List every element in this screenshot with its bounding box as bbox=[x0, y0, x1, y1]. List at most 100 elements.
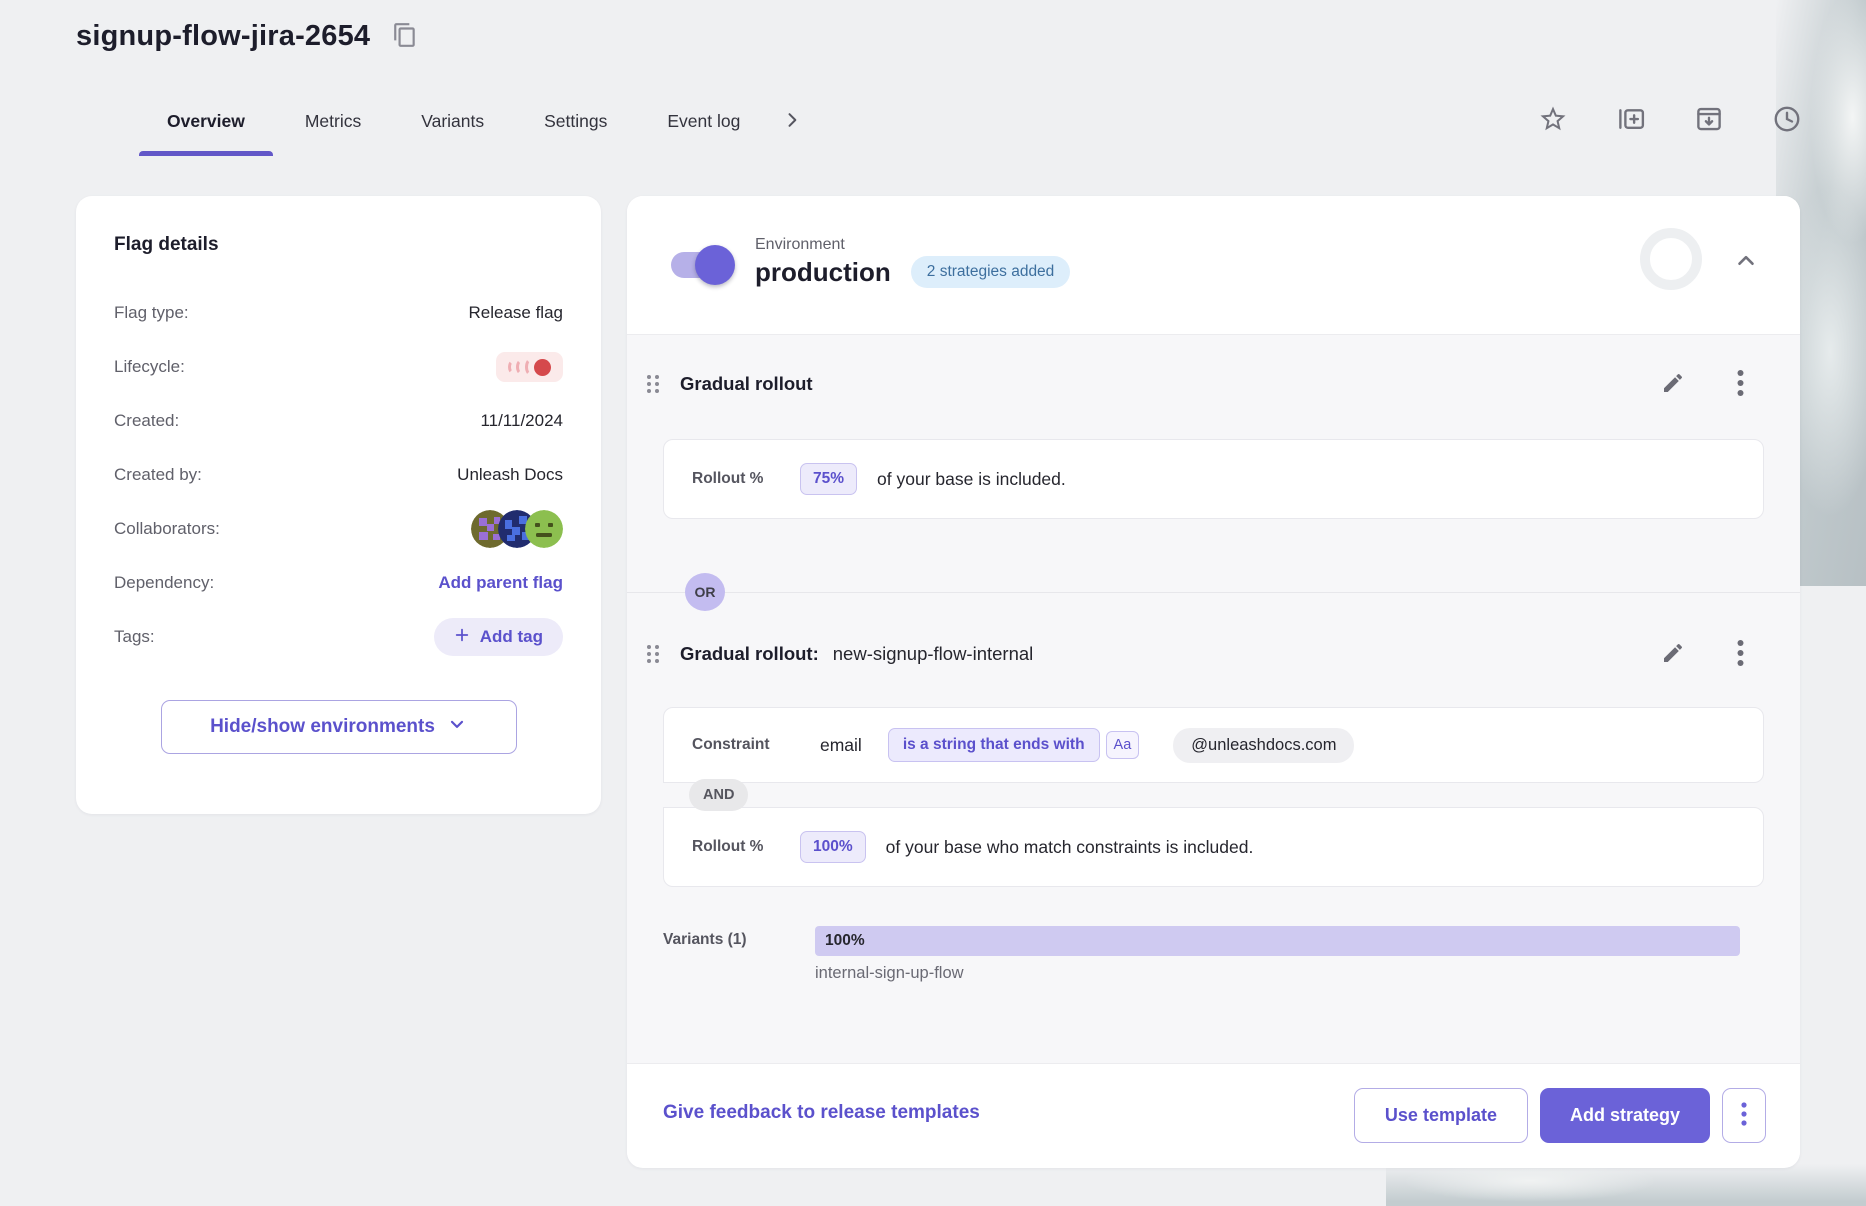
page-header: signup-flow-jira-2654 bbox=[76, 18, 422, 55]
collaborator-avatars bbox=[471, 510, 563, 548]
chevron-right-icon bbox=[782, 110, 802, 133]
more-tabs-button[interactable] bbox=[778, 106, 806, 137]
page-title: signup-flow-jira-2654 bbox=[76, 20, 370, 53]
dependency-label: Dependency: bbox=[114, 573, 214, 593]
dependency-row: Dependency: Add parent flag bbox=[114, 556, 563, 610]
constraint-operator-chip: is a string that ends with bbox=[888, 728, 1100, 762]
rollout-card-1: Rollout % 75% of your base is included. bbox=[663, 439, 1764, 519]
flag-type-value: Release flag bbox=[468, 303, 563, 323]
archive-icon bbox=[1694, 104, 1724, 137]
release-templates-feedback-link[interactable]: Give feedback to release templates bbox=[663, 1102, 980, 1124]
flag-details-heading: Flag details bbox=[114, 234, 563, 256]
lifecycle-completed-icon[interactable] bbox=[496, 352, 563, 382]
environment-toggle[interactable] bbox=[671, 252, 729, 278]
add-parent-flag-link[interactable]: Add parent flag bbox=[438, 573, 563, 593]
variant-name: internal-sign-up-flow bbox=[815, 964, 964, 983]
strategy-2-title: Gradual rollout: bbox=[680, 643, 819, 665]
created-by-row: Created by: Unleash Docs bbox=[114, 448, 563, 502]
created-label: Created: bbox=[114, 411, 179, 431]
strategies-list: Gradual rollout Rollout % 75% of your ba… bbox=[627, 334, 1800, 1064]
strategy-2-header: Gradual rollout: new-signup-flow-interna… bbox=[640, 639, 1033, 669]
variant-bar: 100% bbox=[815, 926, 1740, 956]
strategies-count-badge: 2 strategies added bbox=[911, 256, 1071, 288]
strategy-1-header: Gradual rollout bbox=[640, 369, 813, 399]
created-by-value: Unleash Docs bbox=[457, 465, 563, 485]
rollout-percent-chip-1: 75% bbox=[800, 463, 857, 495]
environment-eyebrow: Environment bbox=[755, 236, 1070, 254]
add-strategy-button[interactable]: Add strategy bbox=[1540, 1088, 1710, 1143]
archive-button[interactable] bbox=[1690, 100, 1728, 141]
lifecycle-row: Lifecycle: bbox=[114, 340, 563, 394]
lifecycle-label: Lifecycle: bbox=[114, 357, 185, 377]
tab-overview-label: Overview bbox=[167, 111, 245, 131]
kebab-icon bbox=[1741, 1102, 1747, 1129]
tab-event-log-label: Event log bbox=[667, 111, 740, 131]
rollout-text-1: of your base is included. bbox=[877, 469, 1066, 490]
collaborators-row: Collaborators: bbox=[114, 502, 563, 556]
environment-name: production bbox=[755, 257, 891, 288]
strategy-1-actions bbox=[1657, 365, 1748, 404]
or-pill: OR bbox=[685, 573, 725, 611]
chevron-up-icon bbox=[1733, 248, 1759, 277]
tab-event-log[interactable]: Event log bbox=[637, 88, 770, 154]
strategy-menu-button[interactable] bbox=[1733, 635, 1748, 674]
pencil-icon bbox=[1661, 641, 1685, 668]
edit-strategy-button[interactable] bbox=[1657, 367, 1689, 402]
constraint-value-pill: @unleashdocs.com bbox=[1173, 728, 1354, 763]
drag-handle-icon[interactable] bbox=[640, 639, 666, 669]
strategy-1-title: Gradual rollout bbox=[680, 373, 813, 395]
plus-icon bbox=[454, 627, 470, 648]
rollout-label-2: Rollout % bbox=[692, 838, 800, 856]
flag-type-row: Flag type: Release flag bbox=[114, 286, 563, 340]
copy-icon bbox=[392, 22, 418, 51]
tab-bar: Overview Metrics Variants Settings Event… bbox=[137, 88, 806, 154]
and-pill: AND bbox=[689, 779, 748, 811]
environment-header: Environment production 2 strategies adde… bbox=[627, 196, 1800, 334]
decorative-background-art-corner bbox=[1386, 1164, 1866, 1206]
collapse-environment-button[interactable] bbox=[1729, 244, 1763, 281]
rollout-card-2: Rollout % 100% of your base who match co… bbox=[663, 807, 1764, 887]
environment-footer: Give feedback to release templates Use t… bbox=[627, 1064, 1800, 1167]
hide-show-environments-button[interactable]: Hide/show environments bbox=[161, 700, 517, 754]
lifecycle-dot bbox=[534, 359, 551, 376]
history-button[interactable] bbox=[1768, 100, 1806, 141]
constraint-card: Constraint email is a string that ends w… bbox=[663, 707, 1764, 783]
edit-strategy-button[interactable] bbox=[1657, 637, 1689, 672]
tab-overview[interactable]: Overview bbox=[137, 88, 275, 154]
add-tag-button[interactable]: Add tag bbox=[434, 618, 563, 656]
favorite-button[interactable] bbox=[1534, 100, 1572, 141]
variants-row: Variants (1) 100% internal-sign-up-flow bbox=[663, 926, 1764, 990]
footer-buttons: Use template Add strategy bbox=[1354, 1088, 1766, 1143]
star-icon bbox=[1538, 104, 1568, 137]
copy-feature-button[interactable] bbox=[1612, 100, 1650, 141]
created-by-label: Created by: bbox=[114, 465, 202, 485]
tab-variants-label: Variants bbox=[421, 111, 484, 131]
created-row: Created: 11/11/2024 bbox=[114, 394, 563, 448]
copy-add-icon bbox=[1616, 104, 1646, 137]
toggle-knob bbox=[695, 245, 735, 285]
variants-label: Variants (1) bbox=[663, 931, 789, 949]
copy-flag-name-button[interactable] bbox=[388, 18, 422, 55]
kebab-icon bbox=[1737, 639, 1744, 670]
tab-metrics-label: Metrics bbox=[305, 111, 361, 131]
flag-toolbar bbox=[1534, 100, 1806, 141]
flag-details-panel: Flag details Flag type: Release flag Lif… bbox=[76, 196, 601, 814]
rollout-label-1: Rollout % bbox=[692, 470, 800, 488]
tags-label: Tags: bbox=[114, 627, 155, 647]
environment-title-block: Environment production 2 strategies adde… bbox=[755, 236, 1070, 288]
tab-settings-label: Settings bbox=[544, 111, 607, 131]
use-template-button[interactable]: Use template bbox=[1354, 1088, 1528, 1143]
drag-handle-icon[interactable] bbox=[640, 369, 666, 399]
add-tag-label: Add tag bbox=[480, 627, 543, 647]
clock-icon bbox=[1772, 104, 1802, 137]
avatar-robot bbox=[525, 510, 563, 548]
environment-panel: Environment production 2 strategies adde… bbox=[627, 196, 1800, 1168]
tab-metrics[interactable]: Metrics bbox=[275, 88, 391, 154]
chevron-down-icon bbox=[447, 714, 467, 740]
tab-variants[interactable]: Variants bbox=[391, 88, 514, 154]
created-value: 11/11/2024 bbox=[480, 411, 563, 431]
tab-settings[interactable]: Settings bbox=[514, 88, 637, 154]
rollout-percent-chip-2: 100% bbox=[800, 831, 866, 863]
more-actions-button[interactable] bbox=[1722, 1088, 1766, 1143]
strategy-menu-button[interactable] bbox=[1733, 365, 1748, 404]
